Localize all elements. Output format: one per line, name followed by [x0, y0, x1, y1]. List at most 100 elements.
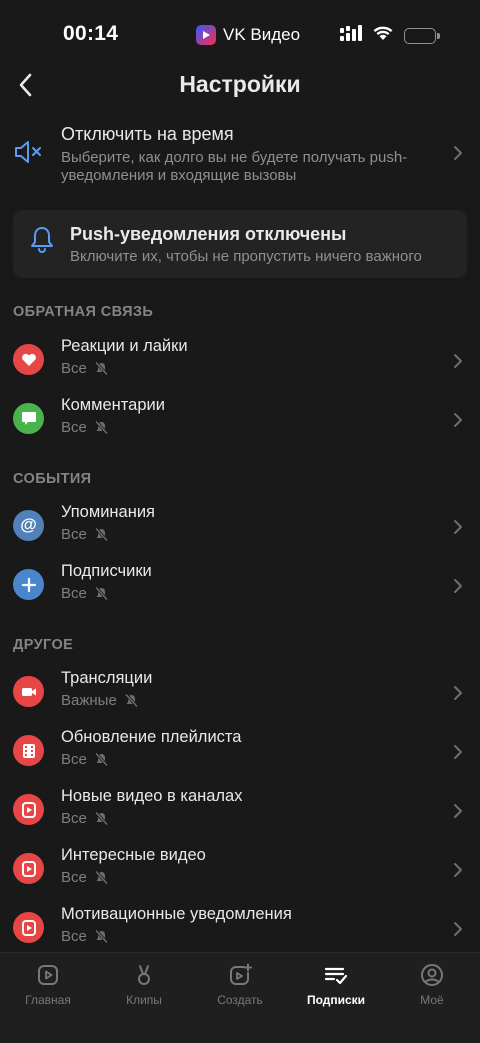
status-app-indicator[interactable]: VK Видео	[190, 20, 306, 50]
chevron-right-icon	[454, 922, 462, 936]
row-title: Реакции и лайки	[61, 337, 188, 355]
at-icon: @	[13, 510, 44, 541]
subscriptions-icon	[323, 961, 349, 989]
tab-label: Создать	[217, 993, 263, 1007]
status-bar: 00:14 VK Видео	[0, 0, 480, 70]
bell-off-icon	[94, 420, 108, 435]
row-subtitle-text: Все	[61, 526, 87, 543]
section-header-feedback: ОБРАТНАЯ СВЯЗЬ	[13, 304, 154, 320]
chevron-right-icon	[454, 804, 462, 818]
play-icon	[13, 794, 44, 825]
setting-row-reactions[interactable]: Реакции и лайки Все	[0, 332, 480, 390]
tab-label: Подписки	[306, 993, 366, 1007]
vk-video-logo-icon	[196, 25, 216, 45]
battery-icon	[404, 27, 440, 44]
plus-icon	[13, 569, 44, 600]
comment-icon	[13, 403, 44, 434]
cellular-signal-icon	[340, 25, 362, 46]
row-subtitle: Все	[61, 360, 109, 377]
tab-subscriptions[interactable]: Подписки	[288, 961, 384, 1013]
nav-header: Настройки	[0, 62, 480, 108]
profile-icon	[420, 961, 444, 989]
chevron-right-icon	[454, 520, 462, 534]
page-title: Настройки	[179, 71, 301, 97]
chevron-right-icon	[454, 354, 462, 368]
row-subtitle-text: Все	[61, 751, 87, 768]
tab-label: Клипы	[126, 993, 162, 1007]
row-subtitle: Все	[61, 928, 109, 945]
clips-icon	[132, 961, 156, 989]
section-header-events: СОБЫТИЯ	[13, 471, 92, 487]
push-banner-title: Push-уведомления отключены	[70, 224, 347, 244]
row-subtitle: Все	[61, 419, 109, 436]
row-title: Мотивационные уведомления	[61, 905, 292, 923]
setting-row-channel-videos[interactable]: Новые видео в каналах Все	[0, 782, 480, 840]
row-subtitle-text: Все	[61, 419, 87, 436]
push-banner-description: Включите их, чтобы не пропустить ничего …	[70, 248, 422, 265]
chevron-right-icon	[454, 413, 462, 427]
push-disabled-banner[interactable]: Push-уведомления отключены Включите их, …	[13, 210, 467, 278]
section-header-other: ДРУГОЕ	[13, 637, 74, 653]
home-video-icon	[36, 961, 60, 989]
snooze-description: Выберите, как долго вы не будете получат…	[61, 149, 408, 184]
row-subtitle-text: Все	[61, 360, 87, 377]
row-title: Подписчики	[61, 562, 152, 580]
row-title: Новые видео в каналах	[61, 787, 243, 805]
setting-row-mentions[interactable]: @ Упоминания Все	[0, 498, 480, 556]
setting-row-motivation[interactable]: Мотивационные уведомления Все	[0, 900, 480, 958]
bell-off-icon	[94, 811, 108, 826]
row-subtitle-text: Все	[61, 869, 87, 886]
row-subtitle-text: Все	[61, 928, 87, 945]
play-icon	[13, 912, 44, 943]
tab-create[interactable]: Создать	[192, 961, 288, 1013]
tab-home[interactable]: Главная	[0, 961, 96, 1013]
film-icon	[13, 735, 44, 766]
bell-icon	[29, 225, 55, 258]
row-subtitle: Все	[61, 585, 109, 602]
mute-speaker-icon	[13, 138, 43, 171]
setting-row-interesting-videos[interactable]: Интересные видео Все	[0, 841, 480, 899]
row-subtitle: Все	[61, 869, 109, 886]
snooze-notifications-row[interactable]: Отключить на время Выберите, как долго в…	[0, 118, 480, 190]
row-title: Интересные видео	[61, 846, 206, 864]
tab-clips[interactable]: Клипы	[96, 961, 192, 1013]
row-title: Трансляции	[61, 669, 153, 687]
chevron-right-icon	[454, 745, 462, 759]
create-video-icon	[228, 961, 252, 989]
row-title: Комментарии	[61, 396, 165, 414]
setting-row-playlist[interactable]: Обновление плейлиста Все	[0, 723, 480, 781]
tab-mine[interactable]: Моё	[384, 961, 480, 1013]
bell-off-icon	[94, 929, 108, 944]
row-subtitle: Все	[61, 751, 109, 768]
setting-row-subscribers[interactable]: Подписчики Все	[0, 557, 480, 615]
chevron-right-icon	[454, 579, 462, 593]
chevron-right-icon	[454, 686, 462, 700]
row-title: Обновление плейлиста	[61, 728, 242, 746]
bell-off-icon	[94, 870, 108, 885]
bell-off-icon	[94, 361, 108, 376]
bell-off-icon	[94, 527, 108, 542]
chevron-right-icon	[454, 863, 462, 877]
row-title: Упоминания	[61, 503, 155, 521]
bottom-tab-bar: Главная Клипы Создать Подписки Моё	[0, 952, 480, 1043]
row-subtitle-text: Важные	[61, 692, 117, 709]
bell-off-icon	[94, 752, 108, 767]
chevron-right-icon	[454, 146, 462, 160]
row-subtitle: Важные	[61, 692, 139, 709]
play-icon	[13, 853, 44, 884]
tab-label: Главная	[25, 993, 71, 1007]
row-subtitle-text: Все	[61, 585, 87, 602]
row-subtitle: Все	[61, 810, 109, 827]
video-camera-icon	[13, 676, 44, 707]
heart-icon	[13, 344, 44, 375]
row-subtitle-text: Все	[61, 810, 87, 827]
bell-off-icon	[124, 693, 138, 708]
status-app-name: VK Видео	[223, 25, 301, 44]
tab-label: Моё	[420, 993, 444, 1007]
bell-off-icon	[94, 586, 108, 601]
status-icons	[340, 25, 440, 46]
wifi-icon	[372, 25, 394, 46]
setting-row-comments[interactable]: Комментарии Все	[0, 391, 480, 449]
setting-row-streams[interactable]: Трансляции Важные	[0, 664, 480, 722]
row-subtitle: Все	[61, 526, 109, 543]
